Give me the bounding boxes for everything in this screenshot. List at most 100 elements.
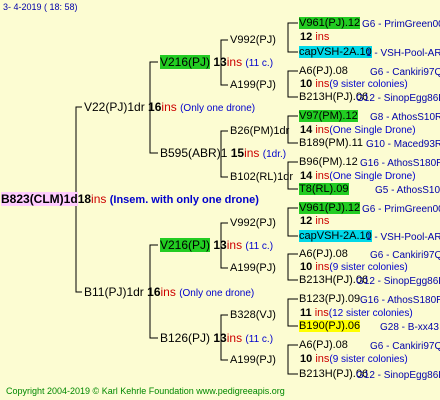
gen3-a1-name: V992(PJ): [230, 34, 276, 46]
gen4-1-right: 1 - VSH-Pool-AR: [366, 48, 440, 59]
gen2-c-ins-count: 13: [213, 238, 227, 252]
root-note: (Insem. with only one drone): [109, 194, 259, 206]
gen3-b2-name: B102(RL)1dr: [230, 171, 293, 183]
gen2-d-note: (11 c.): [245, 334, 274, 345]
gen4-10-name: A6(PJ).08: [299, 248, 348, 260]
gen3-b1-name: B26(PM)1dr: [230, 125, 290, 137]
gen4-6-right: G16 - AthosS180R: [360, 158, 440, 169]
gen3-b1: B26(PM)1dr: [230, 125, 289, 138]
gen2-c-ins-label: ins: [226, 238, 243, 252]
gen1-upper-ins-count: 16: [148, 100, 162, 114]
gen3-a2-ins: 10 ins(9 sister colonies): [300, 78, 408, 91]
gen4-10-right: G6 - Cankiri97Q: [370, 250, 440, 261]
gen4-7-name: T8(RL).09: [299, 183, 349, 195]
gen4-8-right: G6 - PrimGreen00: [362, 204, 440, 215]
gen4-12-right: G16 - AthosS180R: [360, 295, 440, 306]
gen3-b2-note: (One Single Drone): [329, 171, 416, 182]
gen4-8: V961(PJ).12: [299, 202, 361, 215]
gen4-0-right: G6 - PrimGreen00: [362, 19, 440, 30]
gen3-c1-ins-label: ins: [315, 215, 330, 227]
gen3-d1-ins-count: 11: [300, 307, 312, 319]
gen3-a1-ins: 12 ins: [300, 31, 329, 44]
root-ins-label: ins: [91, 192, 107, 206]
gen4-13-name: B190(PJ).06: [299, 320, 361, 332]
gen4-4: V97(PM).12: [299, 110, 358, 123]
gen4-14: A6(PJ).08: [299, 339, 348, 352]
gen3-d1: B328(VJ): [230, 309, 276, 322]
gen1-lower: B11(PJ)1dr 16ins (Only one drone): [84, 285, 254, 301]
gen2-d-ins-label: ins: [226, 331, 243, 345]
gen3-b1-ins-label: ins: [315, 124, 330, 136]
gen4-11-right: G12 - SinopEgg86R: [356, 276, 440, 287]
gen3-a1-ins-count: 12: [300, 31, 313, 43]
gen2-b-ins-count: 15: [230, 146, 245, 160]
print-date: 3- 4-2019 ( 18: 58): [3, 2, 78, 12]
gen4-5-right: G10 - Maced93R: [366, 139, 440, 150]
gen2-b-name: B595(ABR)1: [160, 146, 228, 160]
gen2-c-name: V216(PJ): [160, 238, 211, 252]
gen4-2: A6(PJ).08: [299, 65, 348, 78]
gen2-a-name: V216(PJ): [160, 55, 211, 69]
gen4-9-name: capVSH-2A.10: [299, 230, 372, 242]
gen1-upper-name: V22(PJ)1dr: [84, 100, 145, 114]
gen4-6-name: B96(PM).12: [299, 156, 358, 168]
gen3-a1-ins-label: ins: [315, 31, 330, 43]
gen2-d: B126(PJ) 13ins (11 c.): [160, 331, 273, 347]
gen2-b: B595(ABR)1 15ins (1dr.): [160, 146, 286, 162]
gen4-14-name: A6(PJ).08: [299, 339, 348, 351]
gen3-c2-ins: 10 ins(9 sister colonies): [300, 261, 408, 274]
gen4-14-right: G6 - Cankiri97Q: [370, 341, 440, 352]
gen3-c2-name: A199(PJ): [230, 262, 276, 274]
gen3-a1: V992(PJ): [230, 34, 276, 47]
gen4-9-right: 1 - VSH-Pool-AR: [366, 232, 440, 243]
footer-copyright: Copyright 2004-2019 © Karl Kehrle Founda…: [6, 386, 285, 396]
gen4-12-name: B123(PJ).09: [299, 293, 361, 305]
gen3-d1-note: (12 sister colonies): [328, 308, 413, 319]
gen4-13-right: G28 - B-xx43: [380, 322, 439, 333]
gen4-6: B96(PM).12: [299, 156, 358, 169]
gen2-d-ins-count: 13: [213, 331, 227, 345]
gen1-upper: V22(PJ)1dr 16ins (Only one drone): [84, 100, 255, 116]
gen3-d2-ins-count: 10: [300, 353, 313, 365]
gen4-7: T8(RL).09: [299, 183, 349, 196]
gen3-a2-ins-count: 10: [300, 78, 313, 90]
gen3-d1-ins-label: ins: [314, 307, 329, 319]
gen2-d-name: B126(PJ): [160, 331, 211, 345]
gen3-b1-ins: 14 ins(One Single Drone): [300, 124, 416, 137]
gen1-lower-ins-count: 16: [147, 285, 161, 299]
gen2-c-note: (11 c.): [245, 241, 274, 252]
gen3-a2-name: A199(PJ): [230, 79, 276, 91]
gen4-8-name: V961(PJ).12: [299, 202, 361, 214]
pedigree-chart: 3- 4-2019 ( 18: 58) B823(CLM)1d18ins (In…: [0, 0, 440, 400]
gen4-2-name: A6(PJ).08: [299, 65, 348, 77]
gen3-a2-ins-label: ins: [315, 78, 330, 90]
gen3-d2-note: (9 sister colonies): [329, 354, 408, 365]
gen4-10: A6(PJ).08: [299, 248, 348, 261]
gen3-c1: V992(PJ): [230, 217, 276, 230]
gen3-c1-ins: 12 ins: [300, 215, 329, 228]
gen3-b2-ins-label: ins: [315, 170, 330, 182]
gen4-7-right: G5 - AthosS10R: [375, 185, 440, 196]
gen2-c: V216(PJ) 13ins (11 c.): [160, 238, 273, 254]
gen3-c2-ins-label: ins: [315, 261, 330, 273]
gen2-a: V216(PJ) 13ins (11 c.): [160, 55, 273, 71]
gen4-5-name: B189(PM).11: [299, 137, 363, 149]
root-queen: B823(CLM)1d18ins (Insem. with only one d…: [1, 192, 259, 208]
gen4-5: B189(PM).11: [299, 137, 363, 150]
gen1-upper-ins-label: ins: [161, 100, 177, 114]
gen3-d1-name: B328(VJ): [230, 309, 276, 321]
gen3-d2-ins: 10 ins(9 sister colonies): [300, 353, 408, 366]
gen3-d2: A199(PJ): [230, 354, 276, 367]
gen4-0-name: V961(PJ).12: [299, 17, 361, 29]
gen4-4-name: V97(PM).12: [299, 110, 358, 122]
gen4-15-right: G12 - SinopEgg86R: [356, 370, 440, 381]
gen2-a-ins-label: ins: [226, 55, 243, 69]
gen4-3-right: G12 - SinopEgg86R: [356, 93, 440, 104]
gen1-upper-note: (Only one drone): [180, 103, 256, 114]
gen3-d1-ins: 11 ins(12 sister colonies): [300, 307, 413, 320]
gen1-lower-note: (Only one drone): [179, 288, 255, 299]
gen4-13: B190(PJ).06: [299, 320, 361, 333]
gen3-c1-name: V992(PJ): [230, 217, 276, 229]
gen3-a2: A199(PJ): [230, 79, 276, 92]
gen3-c2-ins-count: 10: [300, 261, 313, 273]
